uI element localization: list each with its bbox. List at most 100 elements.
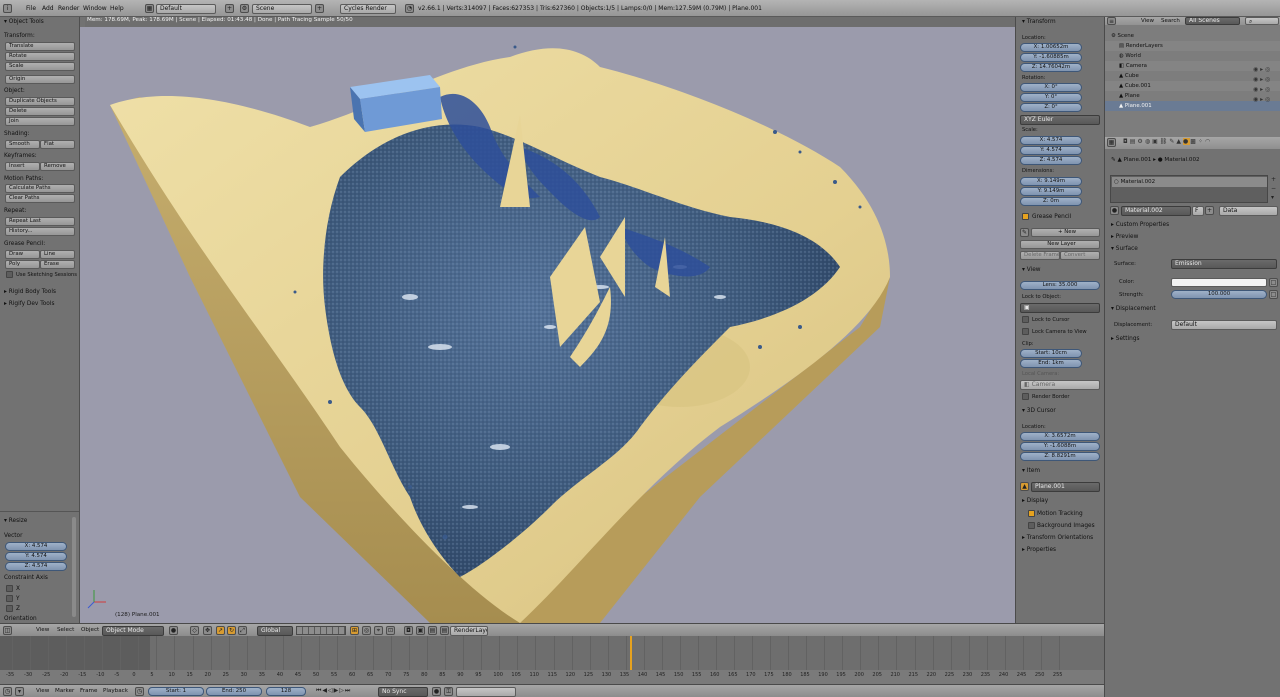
menu-help[interactable]: Help	[110, 5, 124, 12]
strength-field[interactable]: 100.000	[1171, 290, 1267, 299]
material-browse-icon[interactable]: ●	[1110, 206, 1119, 215]
translate-manipulator-icon[interactable]: ↗	[216, 626, 225, 635]
item-name-field[interactable]: Plane.001	[1031, 482, 1100, 492]
opengl-render-icon[interactable]: ◘	[404, 626, 413, 635]
collapse-menu-icon[interactable]: ▾	[15, 687, 24, 696]
rotation-y-field[interactable]: Y: 0°	[1020, 93, 1082, 102]
gp-new-layer-button[interactable]: New Layer	[1020, 240, 1100, 249]
view-panel-header[interactable]: ▾ View	[1022, 267, 1041, 273]
insert-keyframe-button[interactable]: Insert	[5, 162, 40, 171]
sync-mode-select[interactable]: No Sync	[378, 687, 428, 697]
smooth-button[interactable]: Smooth	[5, 140, 40, 149]
menu-render[interactable]: Render	[58, 5, 79, 12]
transform-panel-header[interactable]: ▾ Transform	[1022, 19, 1056, 25]
object-tools-header[interactable]: ▾ Object Tools	[4, 19, 44, 25]
outliner-item-renderlayers[interactable]: ▤ RenderLayers	[1105, 41, 1280, 51]
outliner-search-input[interactable]: ⌕	[1245, 17, 1279, 25]
3d-view-editor-icon[interactable]: ◫	[3, 626, 12, 635]
dimension-z-field[interactable]: Z: 0m	[1020, 197, 1082, 206]
calculate-paths-button[interactable]: Calculate Paths	[5, 184, 75, 193]
scale-manipulator-icon[interactable]: ⤢	[238, 626, 247, 635]
outliner-filter-select[interactable]: All Scenes	[1185, 17, 1240, 25]
emission-color-swatch[interactable]	[1171, 278, 1267, 287]
outliner-view-menu[interactable]: View	[1141, 18, 1154, 24]
layer-buttons[interactable]	[296, 626, 346, 635]
gp-line-button[interactable]: Line	[40, 250, 75, 259]
3d-viewport[interactable]: (128) Plane.001	[80, 27, 1015, 623]
cursor-z-field[interactable]: Z: 8.8291m	[1020, 452, 1100, 461]
clip-start-field[interactable]: Start: 10cm	[1020, 349, 1082, 358]
resize-y-field[interactable]: Y: 4.574	[5, 552, 67, 561]
display-panel-header[interactable]: ▸ Display	[1022, 498, 1048, 504]
background-images-toggle[interactable]	[1028, 522, 1035, 529]
lock-layers-icon[interactable]: ⊞	[350, 626, 359, 635]
lock-camera-checkbox[interactable]	[1022, 328, 1029, 335]
outliner-search-menu[interactable]: Search	[1161, 18, 1180, 24]
render-border-checkbox[interactable]	[1022, 393, 1029, 400]
gp-erase-button[interactable]: Erase	[40, 260, 75, 269]
outliner-item-world[interactable]: ◍ World	[1105, 51, 1280, 61]
renderlayer-icon[interactable]: ▤	[440, 626, 449, 635]
orientation-select[interactable]: Global	[257, 626, 293, 636]
scale-z-field[interactable]: Z: 4.574	[1020, 156, 1082, 165]
gp-convert-button[interactable]: Convert	[1060, 251, 1100, 260]
grease-pencil-header[interactable]: Grease Pencil	[1032, 214, 1071, 220]
proportional-edit-icon[interactable]: ◎	[362, 626, 371, 635]
keying-set-field[interactable]	[456, 687, 516, 697]
preview-header[interactable]: ▸ Preview	[1111, 234, 1138, 240]
background-images-header[interactable]: Background Images	[1037, 523, 1095, 529]
clear-paths-button[interactable]: Clear Paths	[5, 194, 75, 203]
constraint-x-checkbox[interactable]	[6, 585, 13, 592]
scale-button[interactable]: Scale	[5, 62, 75, 71]
snap-icon[interactable]: ⌖	[374, 626, 383, 635]
screen-layout-icon[interactable]: ▦	[145, 4, 154, 13]
item-panel-header[interactable]: ▾ Item	[1022, 468, 1040, 474]
constraint-z-checkbox[interactable]	[6, 605, 13, 612]
delete-button[interactable]: Delete	[5, 107, 75, 116]
properties-editor-icon[interactable]: ▦	[1107, 138, 1116, 147]
timeline-frame-menu[interactable]: Frame	[80, 688, 97, 694]
keying-set-icon[interactable]: ⚿	[444, 687, 453, 696]
location-z-field[interactable]: Z: 14.76042m	[1020, 63, 1082, 72]
material-fake-user-button[interactable]: F	[1192, 206, 1204, 216]
constraint-y-checkbox[interactable]	[6, 595, 13, 602]
motion-tracking-toggle[interactable]	[1028, 510, 1035, 517]
timeline-playback-menu[interactable]: Playback	[103, 688, 128, 694]
layer-icon[interactable]: ▤	[428, 626, 437, 635]
gp-poly-button[interactable]: Poly	[5, 260, 40, 269]
operator-scrollbar[interactable]	[72, 517, 76, 617]
viewport-shading-icon[interactable]: ●	[169, 626, 178, 635]
flat-button[interactable]: Flat	[40, 140, 75, 149]
gp-delete-frame-button[interactable]: Delete Frame	[1020, 251, 1060, 260]
scene-field[interactable]: Scene	[252, 4, 312, 14]
surface-header[interactable]: ▾ Surface	[1111, 246, 1138, 252]
repeat-last-button[interactable]: Repeat Last	[5, 217, 75, 226]
opengl-anim-icon[interactable]: ▣	[416, 626, 425, 635]
scale-y-field[interactable]: Y: 4.574	[1020, 146, 1082, 155]
rigid-body-tools-header[interactable]: ▸ Rigid Body Tools	[4, 289, 56, 295]
material-name-field[interactable]: Material.002	[1121, 206, 1191, 216]
lock-cursor-checkbox[interactable]	[1022, 316, 1029, 323]
timeline-view-menu[interactable]: View	[36, 688, 49, 694]
outliner-editor-icon[interactable]: ≡	[1107, 17, 1116, 25]
scene-icon[interactable]: ⚙	[240, 4, 249, 13]
history-button[interactable]: History...	[5, 227, 75, 236]
timeline-editor-icon[interactable]: ◷	[3, 687, 12, 696]
select-menu[interactable]: Select	[57, 627, 74, 633]
playback-controls[interactable]: ⏮◀◁▶▷⏭	[316, 687, 372, 696]
dimension-x-field[interactable]: X: 9.149m	[1020, 177, 1082, 186]
operator-header[interactable]: ▾ Resize	[4, 518, 27, 524]
resize-x-field[interactable]: X: 4.574	[5, 542, 67, 551]
rotate-button[interactable]: Rotate	[5, 52, 75, 61]
rotation-mode-select[interactable]: XYZ Euler	[1020, 115, 1100, 125]
origin-button[interactable]: Origin	[5, 75, 75, 84]
translate-button[interactable]: Translate	[5, 42, 75, 51]
resize-z-field[interactable]: Z: 4.574	[5, 562, 67, 571]
renderlayer-select[interactable]: RenderLayer	[450, 626, 488, 636]
mode-select[interactable]: Object Mode	[102, 626, 164, 636]
snap-target-icon[interactable]: ⊡	[386, 626, 395, 635]
rigify-tools-header[interactable]: ▸ Rigify Dev Tools	[4, 301, 55, 307]
add-screen-icon[interactable]: +	[225, 4, 234, 13]
visibility-toggles[interactable]: ◉ ▸ ◎ ◉ ▸ ◎ ◉ ▸ ◎ ◉ ▸ ◎	[1253, 65, 1279, 110]
timeline-marker-menu[interactable]: Marker	[55, 688, 74, 694]
